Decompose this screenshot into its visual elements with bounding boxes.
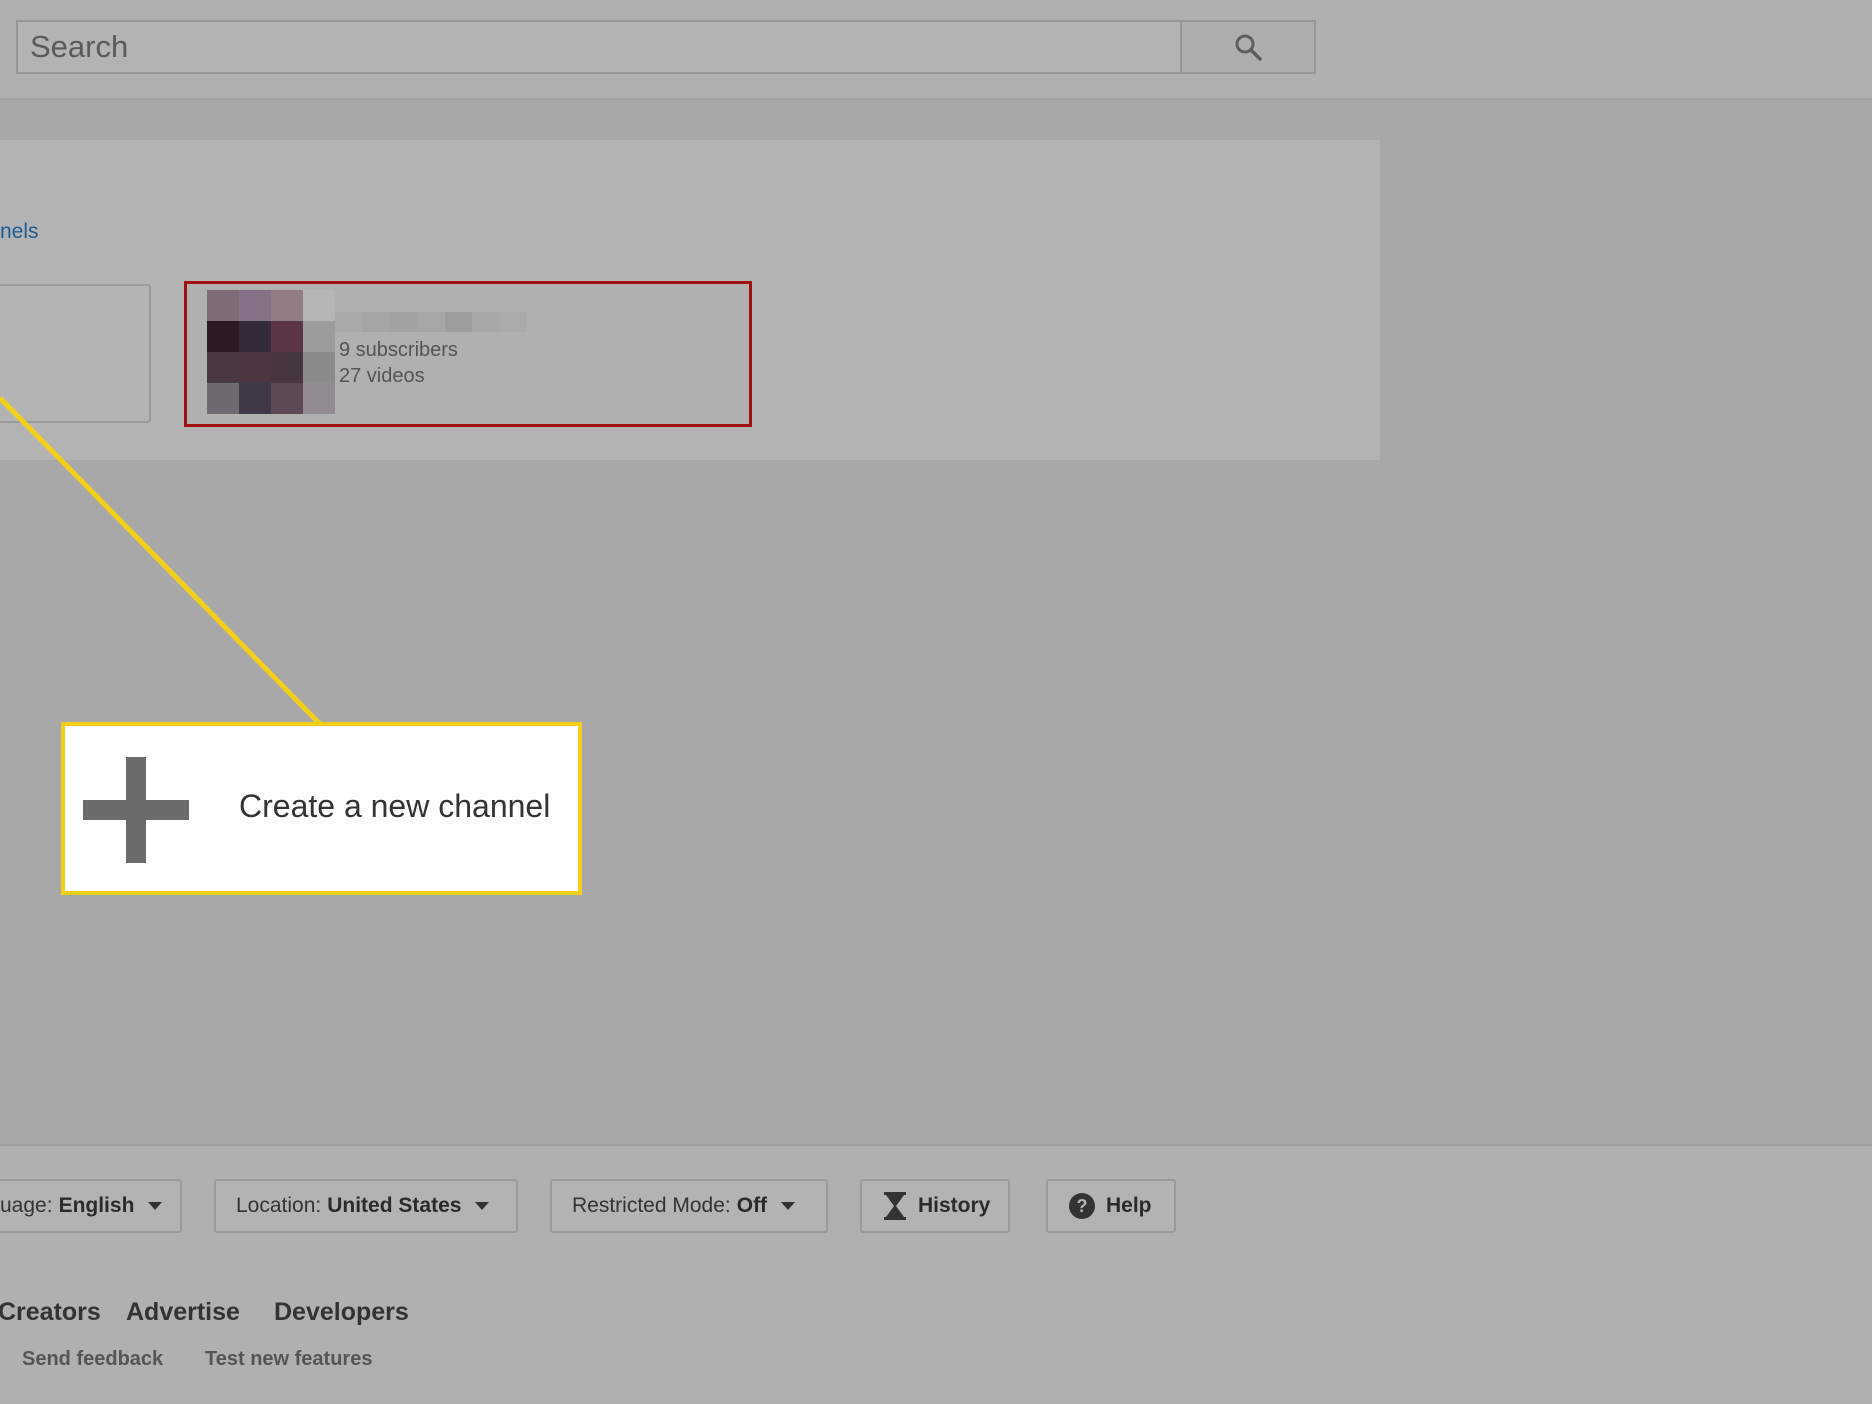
- footer-link-advertise[interactable]: Advertise: [126, 1298, 240, 1327]
- help-icon: ?: [1069, 1193, 1095, 1219]
- chevron-down-icon: [475, 1202, 490, 1210]
- subscriber-count: 9 subscribers: [339, 339, 458, 361]
- create-channel-card[interactable]: [0, 284, 151, 423]
- top-header: [0, 0, 1872, 100]
- history-label: History: [918, 1194, 991, 1217]
- plus-icon: [83, 757, 189, 863]
- language-label: uage:: [0, 1194, 53, 1217]
- search-input[interactable]: [18, 22, 1180, 72]
- chevron-down-icon: [148, 1202, 163, 1210]
- video-count: 27 videos: [339, 365, 425, 387]
- location-value: United States: [327, 1194, 462, 1217]
- footer-link-send-feedback[interactable]: Send feedback: [22, 1348, 163, 1371]
- svg-text:?: ?: [1077, 1196, 1088, 1216]
- restricted-mode-dropdown[interactable]: Restricted Mode: Off: [550, 1179, 828, 1233]
- help-button[interactable]: ? Help: [1046, 1179, 1176, 1233]
- hourglass-icon: [884, 1192, 906, 1220]
- settings-bar: uage: English Location: United States Re…: [0, 1144, 1872, 1270]
- location-label: Location:: [236, 1194, 322, 1217]
- footer-link-creators[interactable]: Creators: [0, 1298, 101, 1327]
- restricted-mode-value: Off: [736, 1194, 768, 1217]
- search-button[interactable]: [1182, 20, 1316, 74]
- all-channels-link[interactable]: nels: [0, 220, 39, 244]
- footer: Creators Advertise Developers Send feedb…: [0, 1268, 1872, 1404]
- channel-name-blurred: [335, 312, 527, 332]
- chevron-down-icon: [781, 1202, 796, 1210]
- create-channel-label: Create a new channel: [239, 788, 551, 824]
- restricted-mode-label: Restricted Mode:: [572, 1194, 731, 1217]
- history-button[interactable]: History: [860, 1179, 1010, 1233]
- footer-link-developers[interactable]: Developers: [274, 1298, 409, 1327]
- create-channel-callout[interactable]: Create a new channel: [61, 722, 582, 895]
- language-dropdown[interactable]: uage: English: [0, 1179, 182, 1233]
- search-box[interactable]: [16, 20, 1182, 74]
- location-dropdown[interactable]: Location: United States: [214, 1179, 518, 1233]
- language-value: English: [58, 1194, 135, 1217]
- channel-avatar: [207, 290, 335, 414]
- footer-link-test-new-features[interactable]: Test new features: [205, 1348, 372, 1371]
- search-icon: [1235, 34, 1262, 61]
- help-label: Help: [1106, 1194, 1152, 1217]
- channel-card[interactable]: 9 subscribers 27 videos: [184, 281, 752, 427]
